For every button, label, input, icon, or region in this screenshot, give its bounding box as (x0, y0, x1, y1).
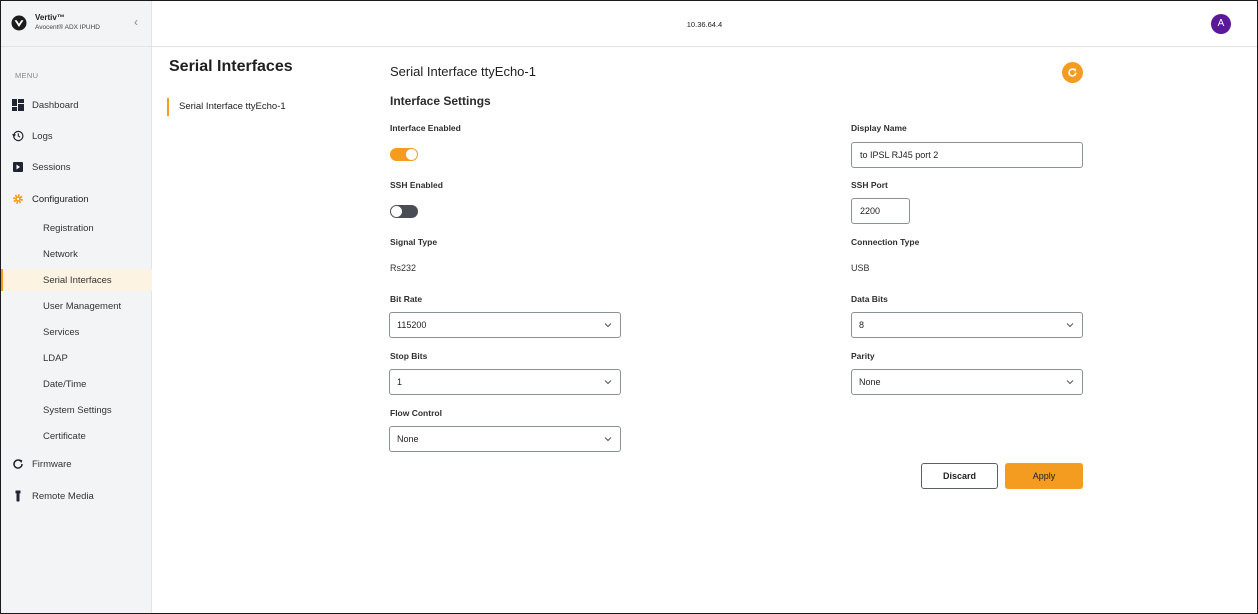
refresh-icon (1068, 68, 1077, 77)
page-title: Serial Interfaces (169, 58, 293, 75)
user-avatar[interactable]: A (1211, 14, 1231, 34)
sidebar-item-system-settings[interactable]: System Settings (1, 399, 152, 421)
connection-type-value: USB (851, 263, 870, 273)
brand-product: Avocent® ADX IPUHD (35, 24, 100, 31)
stop-bits-value: 1 (397, 377, 403, 387)
chevron-down-icon (1066, 323, 1074, 328)
refresh-button[interactable] (1062, 62, 1083, 83)
sidebar-item-firmware[interactable]: Firmware (1, 453, 152, 475)
chevron-down-icon (604, 437, 612, 442)
sidebar-item-label: Remote Media (32, 490, 94, 502)
data-bits-value: 8 (859, 320, 865, 330)
host-address: 10.36.64.4 (686, 20, 723, 29)
vertiv-logo-icon (11, 15, 27, 31)
menu-label: MENU (15, 71, 39, 80)
collapse-sidebar-icon[interactable]: ‹ (129, 15, 143, 29)
sidebar-item-dashboard[interactable]: Dashboard (1, 94, 152, 116)
parity-select[interactable]: None (851, 369, 1083, 395)
flow-control-label: Flow Control (390, 408, 442, 418)
sidebar: Vertiv™ Avocent® ADX IPUHD ‹ MENU Dashbo… (1, 1, 152, 613)
sidebar-item-date-time[interactable]: Date/Time (1, 373, 152, 395)
sidebar-item-label: Dashboard (32, 99, 79, 111)
top-bar: 10.36.64.4 A (152, 1, 1257, 47)
history-icon (12, 130, 24, 142)
sidebar-item-sessions[interactable]: Sessions (1, 156, 152, 178)
subnav-item-ttyecho-1[interactable]: Serial Interface ttyEcho-1 (167, 98, 286, 116)
sidebar-item-label: Firmware (32, 458, 72, 470)
data-bits-select[interactable]: 8 (851, 312, 1083, 338)
toggle-knob (391, 206, 402, 217)
display-name-label: Display Name (851, 123, 907, 133)
connection-type-label: Connection Type (851, 237, 920, 247)
stop-bits-label: Stop Bits (390, 351, 428, 361)
toggle-knob (406, 149, 417, 160)
bit-rate-label: Bit Rate (390, 294, 423, 304)
refresh-icon (12, 458, 24, 470)
sidebar-item-logs[interactable]: Logs (1, 125, 152, 147)
sidebar-item-label: Logs (32, 130, 53, 142)
chevron-down-icon (1066, 380, 1074, 385)
sidebar-item-configuration[interactable]: Configuration (1, 188, 152, 210)
sidebar-item-registration[interactable]: Registration (1, 217, 152, 239)
gear-icon (12, 193, 24, 205)
display-name-field[interactable]: to IPSL RJ45 port 2 (851, 142, 1083, 168)
sidebar-item-ldap[interactable]: LDAP (1, 347, 152, 369)
bit-rate-value: 115200 (397, 320, 427, 330)
settings-heading: Interface Settings (390, 94, 491, 108)
parity-value: None (859, 377, 881, 387)
sidebar-item-network[interactable]: Network (1, 243, 152, 265)
discard-button[interactable]: Discard (921, 463, 998, 489)
bit-rate-select[interactable]: 115200 (389, 312, 621, 338)
sidebar-item-label: Sessions (32, 161, 71, 173)
ssh-port-label: SSH Port (851, 180, 888, 190)
sidebar-item-remote-media[interactable]: Remote Media (1, 485, 152, 507)
sidebar-item-serial-interfaces[interactable]: Serial Interfaces (1, 269, 152, 291)
ssh-enabled-toggle[interactable] (390, 205, 418, 218)
sidebar-item-label: Configuration (32, 193, 89, 205)
app-window (0, 0, 1258, 614)
chevron-down-icon (604, 323, 612, 328)
flow-control-value: None (397, 434, 419, 444)
brand-header: Vertiv™ Avocent® ADX IPUHD ‹ (1, 1, 152, 47)
ssh-enabled-label: SSH Enabled (390, 180, 443, 190)
brand-name: Vertiv™ (35, 13, 65, 22)
dashboard-icon (12, 99, 24, 111)
flow-control-select[interactable]: None (389, 426, 621, 452)
sidebar-item-user-management[interactable]: User Management (1, 295, 152, 317)
signal-type-label: Signal Type (390, 237, 438, 247)
sidebar-item-services[interactable]: Services (1, 321, 152, 343)
parity-label: Parity (851, 351, 875, 361)
chevron-down-icon (604, 380, 612, 385)
apply-button[interactable]: Apply (1005, 463, 1083, 489)
usb-icon (12, 490, 24, 502)
data-bits-label: Data Bits (851, 294, 888, 304)
interface-enabled-toggle[interactable] (390, 148, 418, 161)
stop-bits-select[interactable]: 1 (389, 369, 621, 395)
interface-title: Serial Interface ttyEcho-1 (390, 64, 536, 79)
interface-enabled-label: Interface Enabled (390, 123, 461, 133)
sessions-icon (12, 161, 24, 173)
ssh-port-field[interactable]: 2200 (851, 198, 910, 224)
sidebar-item-certificate[interactable]: Certificate (1, 425, 152, 447)
signal-type-value: Rs232 (390, 263, 417, 273)
